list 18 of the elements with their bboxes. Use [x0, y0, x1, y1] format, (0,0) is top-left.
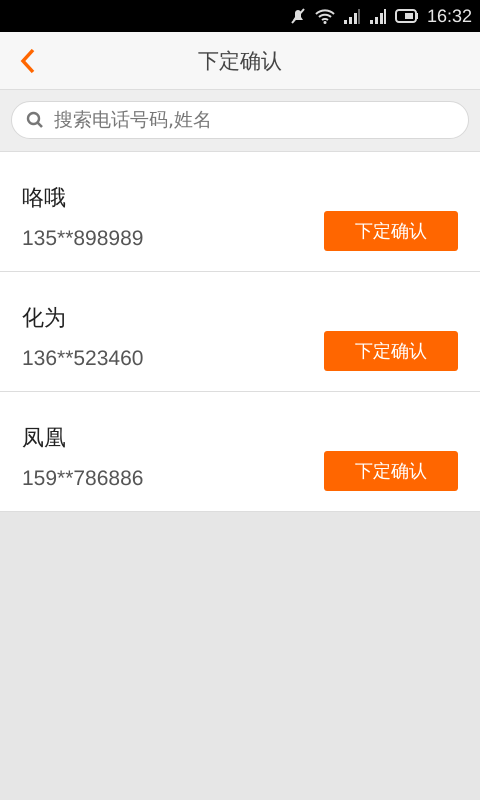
phone-number: 159**786886: [22, 467, 144, 491]
muted-bell-icon: [288, 7, 307, 25]
wifi-icon: [314, 8, 335, 24]
contact-name: 凤凰: [22, 425, 67, 453]
battery-icon: [394, 9, 419, 23]
confirm-button[interactable]: 下定确认: [324, 331, 458, 371]
phone-number: 135**898989: [22, 227, 144, 251]
confirm-button[interactable]: 下定确认: [324, 451, 458, 491]
status-time: 16:32: [426, 6, 472, 26]
contact-name: 化为: [22, 305, 67, 333]
search-field[interactable]: 搜索电话号码,姓名: [11, 101, 469, 139]
page-title: 下定确认: [198, 48, 282, 74]
signal-icon: [342, 8, 361, 24]
phone-number: 136**523460: [22, 347, 144, 371]
confirm-button[interactable]: 下定确认: [324, 211, 458, 251]
signal-icon: [368, 8, 387, 24]
back-icon[interactable]: [20, 48, 36, 74]
contact-name: 咯哦: [22, 185, 67, 213]
